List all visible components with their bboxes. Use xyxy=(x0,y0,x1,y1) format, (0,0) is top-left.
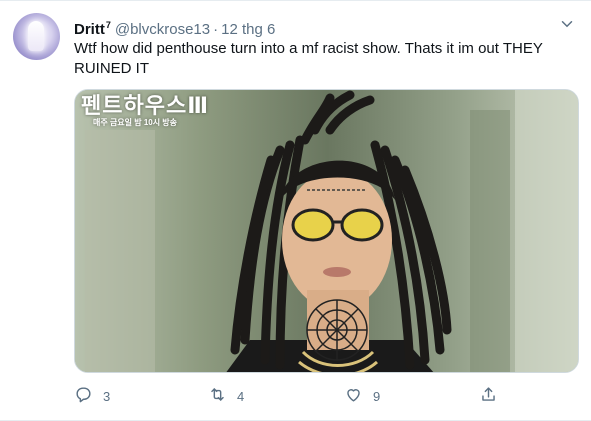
tweet-text: Wtf how did penthouse turn into a mf rac… xyxy=(74,40,543,77)
tweet-header: Dritt7 @blvckrose13 · 12 thg 6 xyxy=(74,16,275,39)
share-button[interactable] xyxy=(479,384,498,408)
like-count: 9 xyxy=(373,388,381,404)
avatar[interactable] xyxy=(13,13,60,60)
like-button[interactable]: 9 xyxy=(344,384,380,408)
share-icon xyxy=(479,385,498,407)
reply-count: 3 xyxy=(103,388,111,404)
tweet-date[interactable]: 12 thg 6 xyxy=(221,21,275,38)
like-icon xyxy=(344,385,363,407)
media-caption: 펜트하우스Ⅲ 매주 금요일 밤 10시 방송 xyxy=(81,94,209,128)
tweet-media-image[interactable]: 펜트하우스Ⅲ 매주 금요일 밤 10시 방송 xyxy=(74,89,579,373)
tweet[interactable]: Dritt7 @blvckrose13 · 12 thg 6 Wtf how did … xyxy=(0,0,591,421)
reply-button[interactable]: 3 xyxy=(74,384,110,408)
tweet-actions: 3 4 9 xyxy=(74,384,514,408)
display-name[interactable]: Dritt7 xyxy=(74,20,111,38)
retweet-button[interactable]: 4 xyxy=(208,384,244,408)
retweet-icon xyxy=(208,385,227,407)
separator-dot: · xyxy=(213,21,219,38)
media-caption-subtitle: 매주 금요일 밤 10시 방송 xyxy=(93,118,178,127)
media-caption-title: 펜트하우스Ⅲ xyxy=(81,93,209,118)
name-badge: 7 xyxy=(105,20,111,30)
reply-icon xyxy=(74,385,93,407)
more-options-icon[interactable] xyxy=(558,15,576,33)
retweet-count: 4 xyxy=(237,388,245,404)
user-handle[interactable]: @blvckrose13 xyxy=(115,21,210,38)
